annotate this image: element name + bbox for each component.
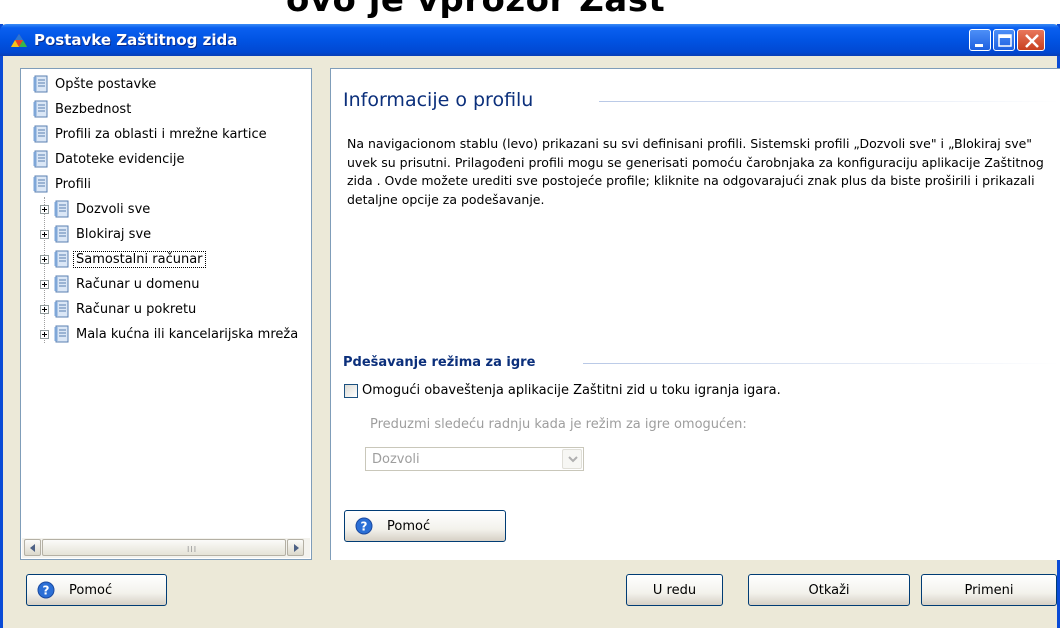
apply-button[interactable]: Primeni: [921, 574, 1057, 606]
window-title: Postavke Zaštitnog zida: [34, 31, 238, 49]
tree-item-label: Blokiraj sve: [76, 226, 152, 242]
tree-horizontal-scrollbar[interactable]: III: [22, 538, 310, 558]
help-button-label: Pomoć: [69, 582, 113, 598]
tree-item-mala-kucna-mreza[interactable]: Mala kućna ili kancelarijska mreža: [40, 323, 298, 345]
svg-text:?: ?: [43, 584, 50, 598]
minimize-button[interactable]: [969, 29, 991, 51]
settings-page-icon: [33, 175, 48, 193]
minimize-icon: [975, 44, 983, 47]
tree-item-profili[interactable]: Profili: [33, 173, 91, 195]
tree-item-label: Bezbednost: [55, 101, 132, 117]
settings-page-icon: [33, 150, 48, 168]
select-value: Dozvoli: [372, 452, 420, 467]
apply-button-label: Primeni: [964, 582, 1014, 598]
cancel-button[interactable]: Otkaži: [748, 574, 910, 606]
cancel-button-label: Otkaži: [808, 582, 850, 598]
expand-plus-icon[interactable]: [40, 279, 49, 289]
game-mode-divider: [583, 363, 1059, 364]
profile-page-icon: [54, 275, 69, 293]
game-mode-heading: Pdešavanje režima za igre: [343, 355, 536, 370]
tree-item-label: Mala kućna ili kancelarijska mreža: [76, 326, 299, 342]
game-mode-notifications-option[interactable]: Omogući obaveštenja aplikacije Zaštitni …: [344, 383, 781, 398]
tree-item-racunar-u-domenu[interactable]: Računar u domenu: [40, 273, 200, 295]
tree-item-label: Dozvoli sve: [76, 201, 151, 217]
tree-item-label: Datoteke evidencije: [55, 151, 185, 167]
tree-item-racunar-u-pokretu[interactable]: Računar u pokretu: [40, 298, 196, 320]
expand-plus-icon[interactable]: [40, 204, 49, 214]
expand-plus-icon[interactable]: [40, 229, 49, 239]
tree-item-label-selected: Samostalni računar: [73, 250, 206, 268]
expand-plus-icon[interactable]: [40, 329, 49, 339]
scrollbar-thumb[interactable]: III: [42, 539, 286, 556]
help-button-label: Pomoć: [387, 518, 431, 534]
profile-page-icon: [54, 325, 69, 343]
help-icon: ?: [37, 581, 55, 599]
title-bar[interactable]: Postavke Zaštitnog zida: [0, 24, 1060, 56]
help-button-panel[interactable]: ? Pomoć: [344, 510, 506, 542]
tree-item-blokiraj-sve[interactable]: Blokiraj sve: [40, 223, 151, 245]
page-title: Informacije o profilu: [343, 89, 534, 111]
help-button[interactable]: ? Pomoć: [26, 574, 167, 606]
expand-plus-icon[interactable]: [40, 304, 49, 314]
tree-item-samostalni-racunar[interactable]: Samostalni računar: [40, 248, 206, 270]
profile-page-icon: [54, 225, 69, 243]
profile-page-icon: [54, 200, 69, 218]
settings-page-icon: [33, 100, 48, 118]
maximize-button[interactable]: [993, 29, 1015, 51]
scrollbar-grip: III: [187, 545, 198, 554]
svg-text:?: ?: [361, 520, 368, 534]
profile-page-icon: [54, 250, 69, 268]
tree-item-label: Računar u domenu: [76, 276, 200, 292]
tree-item-dozvoli-sve[interactable]: Dozvoli sve: [40, 198, 150, 220]
ok-button-label: U redu: [652, 582, 697, 598]
tree-item-label: Profili: [55, 176, 92, 192]
profile-info-panel: Informacije o profilu Na navigacionom st…: [330, 68, 1060, 560]
background-window-title-fragment: ovo je vprozor Zašt: [0, 0, 1060, 26]
game-mode-checkbox[interactable]: [344, 383, 358, 398]
close-button[interactable]: [1017, 29, 1045, 51]
tree-item-opste-postavke[interactable]: Opšte postavke: [33, 73, 156, 95]
game-mode-action-select[interactable]: Dozvoli: [365, 447, 584, 471]
chevron-down-icon: [568, 456, 578, 463]
tree-item-label: Profili za oblasti i mrežne kartice: [55, 126, 267, 142]
profile-description: Na navigacionom stablu (levo) prikazani …: [347, 136, 1044, 207]
navigation-tree[interactable]: Opšte postavke Bezbednost Profili za obl…: [20, 68, 312, 560]
arrow-left-icon: [30, 544, 35, 552]
expand-plus-icon[interactable]: [40, 254, 49, 264]
tree-item-profili-oblasti[interactable]: Profili za oblasti i mrežne kartice: [33, 123, 267, 145]
game-mode-action-label: Preduzmi sledeću radnju kada je režim za…: [370, 417, 747, 432]
heading-divider: [599, 101, 1059, 102]
tree-item-datoteke-evidencije[interactable]: Datoteke evidencije: [33, 148, 184, 170]
scroll-right-button[interactable]: [287, 539, 304, 556]
dropdown-button[interactable]: [562, 449, 582, 469]
game-mode-checkbox-label: Omogući obaveštenja aplikacije Zaštitni …: [362, 383, 781, 398]
tree-item-label: Računar u pokretu: [76, 301, 197, 317]
scroll-left-button[interactable]: [24, 539, 41, 556]
settings-page-icon: [33, 75, 48, 93]
help-icon: ?: [355, 517, 373, 535]
tree-item-bezbednost[interactable]: Bezbednost: [33, 98, 131, 120]
arrow-right-icon: [294, 544, 299, 552]
maximize-icon: [998, 34, 1012, 47]
profile-page-icon: [54, 300, 69, 318]
settings-page-icon: [33, 125, 48, 143]
close-icon: [1025, 34, 1039, 48]
tree-item-label: Opšte postavke: [55, 76, 157, 92]
ok-button[interactable]: U redu: [626, 574, 723, 606]
avg-app-icon: [11, 34, 27, 47]
